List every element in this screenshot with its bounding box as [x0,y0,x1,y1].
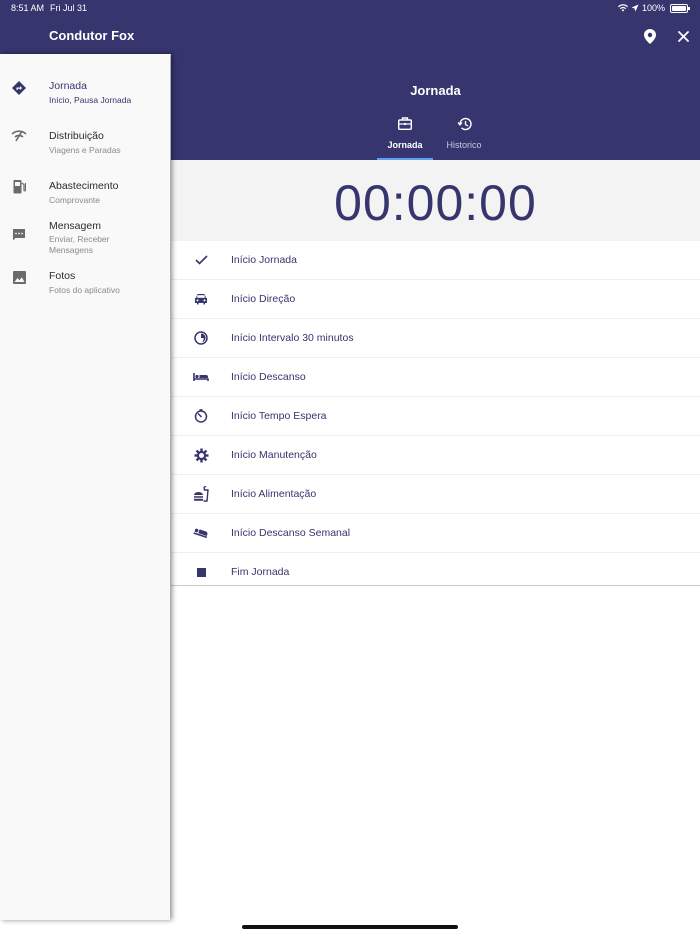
tab-jornada[interactable]: Jornada [377,117,433,160]
action-inicio-manutencao[interactable]: Início Manutenção [171,436,700,475]
sidebar-item-fotos[interactable]: Fotos Fotos do aplicativo [0,269,170,303]
status-indicators: 100% [617,3,690,13]
timer-panel: 00:00:00 [171,160,700,241]
briefcase-icon [377,117,433,133]
tab-label: Historico [446,140,482,150]
action-inicio-tempo-espera[interactable]: Início Tempo Espera [171,397,700,436]
action-inicio-descanso[interactable]: Início Descanso [171,358,700,397]
action-label: Início Manutenção [231,449,317,461]
bed-icon [193,369,209,385]
gear-icon [193,447,209,463]
home-indicator[interactable] [242,925,458,929]
fastfood-icon [193,486,209,502]
action-label: Início Descanso [231,371,306,383]
action-inicio-intervalo[interactable]: Início Intervalo 30 minutos [171,319,700,358]
action-inicio-alimentacao[interactable]: Início Alimentação [171,475,700,514]
check-icon [193,252,209,268]
car-icon [193,291,209,307]
sidebar-drawer: Jornada Início, Pausa Jornada Distribuiç… [0,54,170,920]
sidebar-item-mensagem[interactable]: Mensagem Enviar, Receber Mensagens [0,218,170,258]
sidebar-item-distribuicao[interactable]: Distribuição Viagens e Paradas [0,128,170,162]
action-label: Início Alimentação [231,488,317,500]
tab-label: Jornada [387,140,423,150]
app-root: 8:51 AM Fri Jul 31 100% Condutor Fox Jor… [0,0,700,934]
sidebar-item-label: Abastecimento [49,180,119,192]
sidebar-item-label: Distribuição [49,130,104,142]
sidebar-item-jornada[interactable]: Jornada Início, Pausa Jornada [0,78,170,112]
sidebar-item-sub: Enviar, Receber Mensagens [49,234,110,255]
main-header: Jornada Jornada Historico [171,54,700,160]
image-icon [11,269,27,285]
stop-icon [193,564,209,580]
action-label: Início Tempo Espera [231,410,327,422]
wifi-icon [617,4,628,12]
history-icon [436,117,492,133]
status-time: 8:51 AM [11,3,45,13]
gas-station-icon [11,178,27,194]
tab-historico[interactable]: Historico [436,117,492,160]
action-label: Início Descanso Semanal [231,527,351,539]
half-timer-icon [193,330,209,346]
sidebar-item-label: Fotos [49,270,76,282]
action-inicio-descanso-semanal[interactable]: Início Descanso Semanal [171,514,700,553]
action-label: Início Intervalo 30 minutos [231,332,354,344]
battery-icon [670,3,690,13]
action-label: Início Direção [231,293,296,305]
location-pin-icon[interactable] [640,26,660,46]
status-bar: 8:51 AM Fri Jul 31 100% [0,0,700,17]
elapsed-timer: 00:00:00 [334,175,537,231]
sidebar-item-sub: Início, Pausa Jornada [49,95,132,105]
status-date: Fri Jul 31 [50,3,88,13]
list-divider [171,585,700,586]
directions-icon [11,80,27,96]
sidebar-item-abastecimento[interactable]: Abastecimento Comprovante [0,178,170,212]
sidebar-item-sub: Comprovante [49,195,101,205]
sidebar-item-label: Mensagem [49,220,101,232]
page-title: Jornada [410,83,461,98]
action-label: Início Jornada [231,254,297,266]
location-arrow-icon [631,4,639,12]
signal-icon [11,128,27,144]
action-inicio-jornada[interactable]: Início Jornada [171,241,700,280]
timer-icon [193,408,209,424]
hotel-icon [193,525,209,541]
battery-percent: 100% [641,3,665,13]
close-icon[interactable] [673,26,693,46]
action-inicio-direcao[interactable]: Início Direção [171,280,700,319]
sidebar-item-sub: Fotos do aplicativo [49,285,120,295]
app-title: Condutor Fox [49,28,135,43]
message-icon [11,227,27,243]
sidebar-item-label: Jornada [49,80,87,92]
action-label: Fim Jornada [231,566,290,578]
action-list: Início Jornada Início Direção Início Int… [171,241,700,591]
sidebar-item-sub: Viagens e Paradas [49,145,121,155]
